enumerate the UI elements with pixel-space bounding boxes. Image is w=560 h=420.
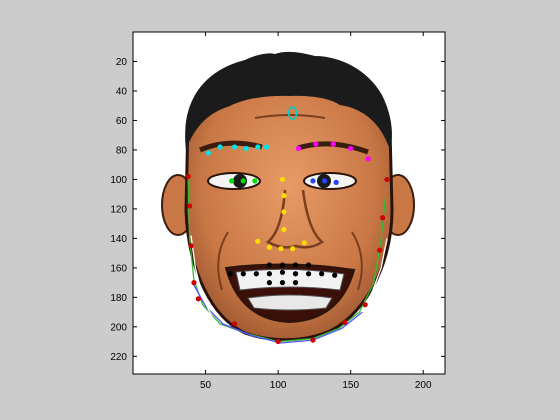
x-tick-label: 50 xyxy=(200,380,212,391)
nose-bridge-point xyxy=(281,209,287,215)
right-eye-point xyxy=(321,178,328,184)
left-eyebrow-point xyxy=(231,144,238,150)
left-eye-point xyxy=(252,178,258,184)
jaw-points-point xyxy=(186,203,193,209)
upper-teeth xyxy=(235,268,345,291)
right-eyebrow-point xyxy=(365,156,371,162)
y-tick-label: 60 xyxy=(116,116,128,127)
mouth-point xyxy=(266,280,273,286)
figure-canvas: 50 100 150 200 20 40 60 80 100 120 140 160 180 200 22… xyxy=(110,31,446,391)
mouth-point xyxy=(319,271,325,277)
y-tick-label: 100 xyxy=(110,175,127,186)
nose-base-point xyxy=(278,246,284,252)
x-tick-label: 150 xyxy=(342,380,359,391)
nose-bridge-point xyxy=(281,226,287,233)
mouth-point xyxy=(227,271,233,277)
jaw-points-point xyxy=(195,296,201,302)
y-tick-label: 80 xyxy=(116,145,128,156)
jaw-points-point xyxy=(342,319,348,326)
left-eyebrow-point xyxy=(217,144,223,150)
jaw-points-point xyxy=(380,215,386,221)
right-eyebrow-point xyxy=(295,145,302,152)
mouth-point xyxy=(292,280,299,286)
jaw-points-point xyxy=(191,280,197,286)
mouth-point xyxy=(292,262,299,268)
left-eyebrow-point xyxy=(255,144,261,150)
y-tick-label: 180 xyxy=(110,293,127,304)
mouth-point xyxy=(279,262,286,268)
right-eyebrow-point xyxy=(348,145,354,152)
right-eyebrow-point xyxy=(313,141,319,147)
left-eyebrow-point xyxy=(205,150,212,156)
x-tick-label: 100 xyxy=(270,380,287,391)
mouth-point xyxy=(266,262,273,268)
left-eyebrow-point xyxy=(243,145,249,152)
nose-base-point xyxy=(290,246,296,252)
nose-base-point xyxy=(255,238,261,244)
mouth-point xyxy=(266,271,273,277)
y-tick-label: 160 xyxy=(110,263,127,274)
right-eye-point xyxy=(333,179,339,185)
mouth-point xyxy=(305,271,312,277)
figure-window: 50 100 150 200 20 40 60 80 100 120 140 160 180 200 22… xyxy=(0,0,560,420)
jaw-points-point xyxy=(231,321,238,327)
jaw-points-point xyxy=(275,338,281,345)
y-tick-label: 120 xyxy=(110,204,127,215)
right-eyebrow-point xyxy=(330,141,336,147)
nose-bridge-point xyxy=(281,193,287,199)
right-eye-point xyxy=(310,178,316,184)
left-eye-point xyxy=(240,178,246,184)
mouth-point xyxy=(279,269,286,275)
mouth-point xyxy=(332,272,338,278)
mouth-point xyxy=(279,280,286,286)
x-tick-label: 200 xyxy=(415,380,432,391)
left-eyebrow-point xyxy=(263,144,270,150)
left-eye-group xyxy=(229,178,258,184)
mouth-point xyxy=(240,271,246,277)
y-tick-label: 200 xyxy=(110,322,127,333)
mouth-point xyxy=(253,271,259,277)
jaw-points-point xyxy=(310,337,316,343)
y-tick-label: 140 xyxy=(110,234,127,245)
jaw-points-point xyxy=(384,176,390,183)
mouth-point xyxy=(305,262,312,268)
left-eye-point xyxy=(229,178,235,184)
y-tick-label: 20 xyxy=(116,57,128,68)
mouth-point xyxy=(292,271,299,277)
jaw-points-point xyxy=(185,173,191,180)
jaw-points-point xyxy=(377,247,383,253)
nose-base-point xyxy=(301,240,307,246)
y-tick-label: 220 xyxy=(110,352,127,363)
y-tick-label: 40 xyxy=(116,86,128,97)
lower-teeth xyxy=(247,294,333,311)
nose-base-point xyxy=(266,244,273,250)
jaw-points-point xyxy=(188,243,194,249)
nose-bridge-point xyxy=(279,176,286,183)
jaw-points-point xyxy=(362,302,368,308)
